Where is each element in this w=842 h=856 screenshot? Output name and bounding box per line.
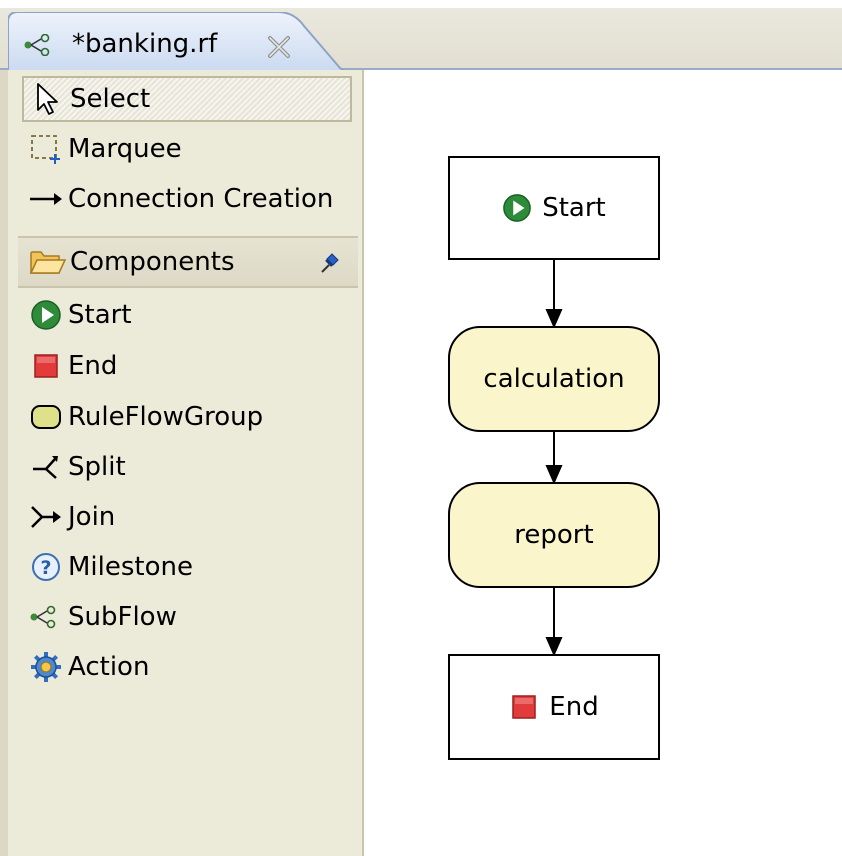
tab-title: *banking.rf (72, 29, 218, 59)
diagram-canvas[interactable]: Start calculation report End (364, 70, 842, 856)
node-label: report (514, 520, 594, 550)
start-icon (26, 295, 66, 335)
action-gear-icon (26, 647, 66, 687)
node-end[interactable]: End (448, 654, 660, 760)
component-start[interactable]: Start (22, 292, 352, 338)
split-icon (26, 447, 66, 487)
node-report[interactable]: report (448, 482, 660, 588)
milestone-icon: ? (26, 547, 66, 587)
start-icon (502, 193, 532, 223)
palette-tools: Select Marquee Connection Creation Compo… (18, 70, 358, 856)
tool-marquee[interactable]: Marquee (22, 126, 352, 172)
editor-tab-bar: *banking.rf (0, 0, 842, 74)
component-milestone[interactable]: ? Milestone (22, 544, 352, 590)
arrowhead-icon (545, 637, 563, 657)
component-action[interactable]: Action (22, 644, 352, 690)
component-label: Split (68, 452, 126, 482)
arrow-pointer-icon (28, 79, 68, 119)
tool-select[interactable]: Select (22, 76, 352, 122)
node-label: End (549, 692, 599, 722)
components-drawer-header[interactable]: Components (18, 236, 358, 288)
join-icon (26, 497, 66, 537)
arrowhead-icon (545, 309, 563, 329)
tool-label: Select (70, 84, 151, 114)
end-icon (26, 346, 66, 386)
pin-icon[interactable] (318, 250, 342, 276)
node-calculation[interactable]: calculation (448, 326, 660, 432)
component-label: Milestone (68, 552, 193, 582)
node-label: Start (542, 193, 606, 223)
marquee-icon (26, 129, 66, 169)
ruleflowgroup-icon (26, 397, 66, 437)
folder-open-icon (26, 242, 70, 282)
tool-label: Marquee (68, 134, 182, 164)
component-label: SubFlow (68, 602, 177, 632)
component-split[interactable]: Split (22, 444, 352, 490)
svg-text:?: ? (40, 557, 51, 579)
tool-connection-creation[interactable]: Connection Creation (22, 176, 352, 222)
connection-arrow-icon (26, 179, 66, 219)
node-label: calculation (483, 364, 625, 394)
drawer-label: Components (70, 247, 235, 277)
arrowhead-icon (545, 465, 563, 485)
subflow-icon (26, 597, 66, 637)
component-join[interactable]: Join (22, 494, 352, 540)
palette: Select Marquee Connection Creation Compo… (0, 70, 364, 856)
tool-label: Connection Creation (68, 184, 334, 214)
component-end[interactable]: End (22, 343, 352, 389)
component-ruleflowgroup[interactable]: RuleFlowGroup (22, 394, 352, 440)
end-icon (509, 692, 539, 722)
editor-tab[interactable]: *banking.rf (8, 12, 368, 74)
component-subflow[interactable]: SubFlow (22, 594, 352, 640)
component-label: RuleFlowGroup (68, 402, 264, 432)
component-label: Join (68, 502, 116, 532)
node-start[interactable]: Start (448, 156, 660, 260)
subflow-icon (24, 33, 58, 57)
component-label: Action (68, 652, 150, 682)
component-label: Start (68, 300, 132, 330)
component-label: End (68, 351, 118, 381)
close-icon[interactable] (266, 34, 292, 60)
